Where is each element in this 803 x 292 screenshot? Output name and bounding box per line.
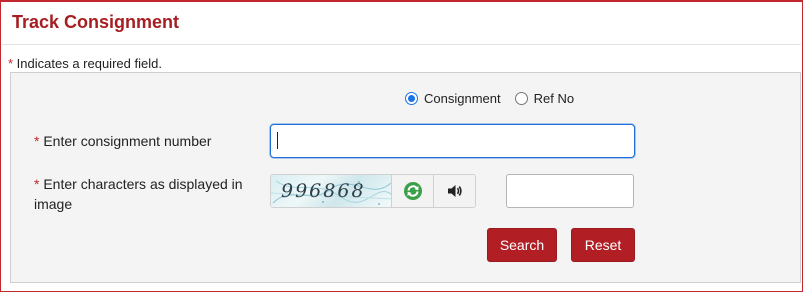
required-field-note: * Indicates a required field. bbox=[8, 56, 162, 71]
radio-ref-no-circle[interactable] bbox=[514, 92, 528, 105]
captcha-text: 996868 bbox=[281, 180, 366, 202]
captcha-input[interactable] bbox=[506, 174, 634, 208]
title-divider bbox=[2, 44, 801, 45]
captcha-widget: 996868 bbox=[270, 174, 476, 208]
radio-ref-no[interactable]: Ref No bbox=[514, 91, 575, 106]
radio-consignment-label: Consignment bbox=[424, 91, 501, 106]
captcha-image: 996868 bbox=[271, 175, 392, 207]
radio-ref-no-label: Ref No bbox=[533, 91, 575, 106]
radio-consignment-circle[interactable] bbox=[405, 92, 418, 105]
track-consignment-card: Track Consignment * Indicates a required… bbox=[0, 0, 803, 292]
search-type-radio-group: Consignment Ref No bbox=[405, 91, 574, 106]
required-note-text: Indicates a required field. bbox=[13, 56, 162, 71]
form-panel: Consignment Ref No * Enter consignment n… bbox=[10, 72, 801, 283]
refresh-icon bbox=[403, 182, 422, 200]
text-caret bbox=[277, 132, 278, 149]
page-title: Track Consignment bbox=[12, 12, 180, 32]
consignment-number-input[interactable] bbox=[270, 124, 635, 158]
captcha-label-text: Enter characters as displayed in image bbox=[34, 176, 243, 212]
captcha-label: * Enter characters as displayed in image bbox=[34, 174, 244, 214]
consignment-number-label: * Enter consignment number bbox=[34, 131, 211, 151]
search-button[interactable]: Search bbox=[487, 228, 557, 262]
captcha-refresh-button[interactable] bbox=[391, 175, 434, 207]
speaker-icon bbox=[447, 185, 462, 197]
reset-button[interactable]: Reset bbox=[571, 228, 635, 262]
radio-consignment[interactable]: Consignment bbox=[405, 91, 501, 106]
consignment-number-label-text: Enter consignment number bbox=[39, 133, 212, 149]
captcha-audio-button[interactable] bbox=[433, 175, 475, 207]
